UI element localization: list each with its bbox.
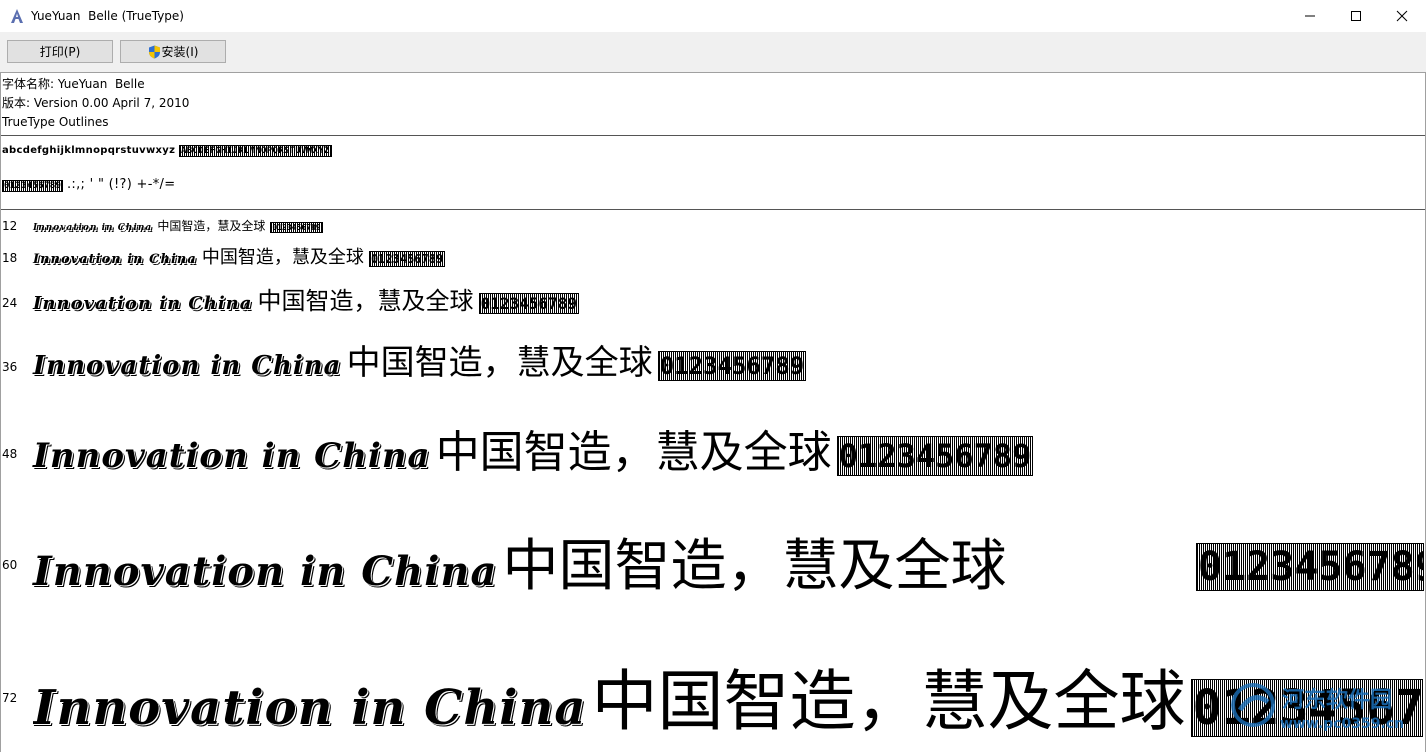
sample-digits: 0123456789 xyxy=(1196,543,1424,591)
sample-row-12: Innovation in China 中国智造，慧及全球 0123456789 xyxy=(33,215,323,234)
print-label: 打印(P) xyxy=(39,45,81,59)
size-label-48: 48 xyxy=(2,447,18,461)
install-button[interactable]: 安装(I) xyxy=(120,40,226,63)
sample-latin: Innovation in China xyxy=(33,351,342,381)
minimize-icon xyxy=(1305,15,1315,17)
close-icon xyxy=(1396,10,1408,22)
size-label-24: 24 xyxy=(2,296,18,310)
charset-letters: abcdefghijklmnopqrstuvwxyz ABCDEFGHIJKLM… xyxy=(2,145,332,157)
sample-cjk: 中国智造，慧及全球 xyxy=(201,247,364,268)
charset-uppercase: ABCDEFGHIJKLMNOPQRSTUVWXYZ xyxy=(179,145,332,157)
window-title: YueYuan Belle (TrueType) xyxy=(31,9,184,23)
sample-latin: Innovation in China xyxy=(33,548,498,595)
sample-latin: Innovation in China xyxy=(33,680,587,736)
title-bar[interactable]: YueYuan Belle (TrueType) xyxy=(0,0,1426,32)
sample-row-18: Innovation in China 中国智造，慧及全球 0123456789 xyxy=(33,243,446,269)
sample-digits: 0123456789 xyxy=(478,293,579,314)
watermark-url: www.pc0359.cn xyxy=(1280,716,1405,732)
maximize-button[interactable] xyxy=(1333,0,1379,32)
watermark-name: 河东软件园 xyxy=(1282,687,1393,713)
sample-digits-60: 0123456789 xyxy=(1196,543,1424,591)
font-outline-line: TrueType Outlines xyxy=(2,115,109,129)
sample-digits: 0123456789 xyxy=(270,222,323,233)
sample-digits: 0123456789 xyxy=(657,351,807,381)
sample-digits: 0123456789 xyxy=(836,436,1034,476)
charset-digits-punct: 0123456789 .:,; ' " (!?) +-*/= xyxy=(2,177,175,192)
font-version-line: 版本: Version 0.00 April 7, 2010 xyxy=(2,96,190,110)
font-name-line: 字体名称: YueYuan Belle xyxy=(2,77,145,91)
install-label: 安装(I) xyxy=(161,45,199,59)
divider xyxy=(1,135,1425,136)
uac-shield-icon xyxy=(148,45,160,58)
sample-row-36: Innovation in China 中国智造，慧及全球 0123456789 xyxy=(33,335,807,384)
watermark-logo-icon xyxy=(1231,683,1275,727)
site-watermark: 河东软件园 www.pc0359.cn xyxy=(1228,676,1424,748)
sample-cjk: 中国智造，慧及全球 xyxy=(257,287,474,315)
sample-digits: 0123456789 xyxy=(368,251,446,267)
sample-row-72: Innovation in China 中国智造，慧及全球 0123456789 xyxy=(33,648,1423,744)
sample-row-24: Innovation in China 中国智造，慧及全球 0123456789 xyxy=(33,281,579,316)
sample-cjk: 中国智造，慧及全球 xyxy=(346,343,653,383)
minimize-button[interactable] xyxy=(1287,0,1333,32)
size-label-18: 18 xyxy=(2,251,18,265)
maximize-icon xyxy=(1351,11,1361,21)
size-label-72: 72 xyxy=(2,691,18,705)
sample-row-60: Innovation in China 中国智造，慧及全球 xyxy=(33,521,1006,602)
toolbar: 打印(P) 安装(I) xyxy=(0,32,1426,73)
size-label-12: 12 xyxy=(2,219,18,233)
close-button[interactable] xyxy=(1379,0,1425,32)
charset-lowercase: abcdefghijklmnopqrstuvwxyz xyxy=(2,145,176,156)
sample-row-48: Innovation in China 中国智造，慧及全球 0123456789 xyxy=(33,416,1034,480)
sample-latin: Innovation in China xyxy=(33,252,197,267)
charset-punctuation: .:,; ' " (!?) +-*/= xyxy=(66,177,176,192)
print-button[interactable]: 打印(P) xyxy=(7,40,113,63)
sample-latin: Innovation in China xyxy=(33,436,431,476)
sample-cjk: 中国智造，慧及全球 xyxy=(591,663,1186,740)
font-preview-pane[interactable]: 字体名称: YueYuan Belle 版本: Version 0.00 Apr… xyxy=(0,73,1426,752)
divider xyxy=(1,209,1425,210)
sample-cjk: 中国智造，慧及全球 xyxy=(435,427,832,478)
size-label-36: 36 xyxy=(2,360,18,374)
sample-latin: Innovation in China xyxy=(33,223,153,233)
font-file-icon xyxy=(11,9,23,23)
sample-cjk: 中国智造，慧及全球 xyxy=(502,534,1007,599)
sample-cjk: 中国智造，慧及全球 xyxy=(157,219,266,233)
sample-latin: Innovation in China xyxy=(33,293,253,314)
charset-digits: 0123456789 xyxy=(2,180,64,192)
size-label-60: 60 xyxy=(2,558,18,572)
